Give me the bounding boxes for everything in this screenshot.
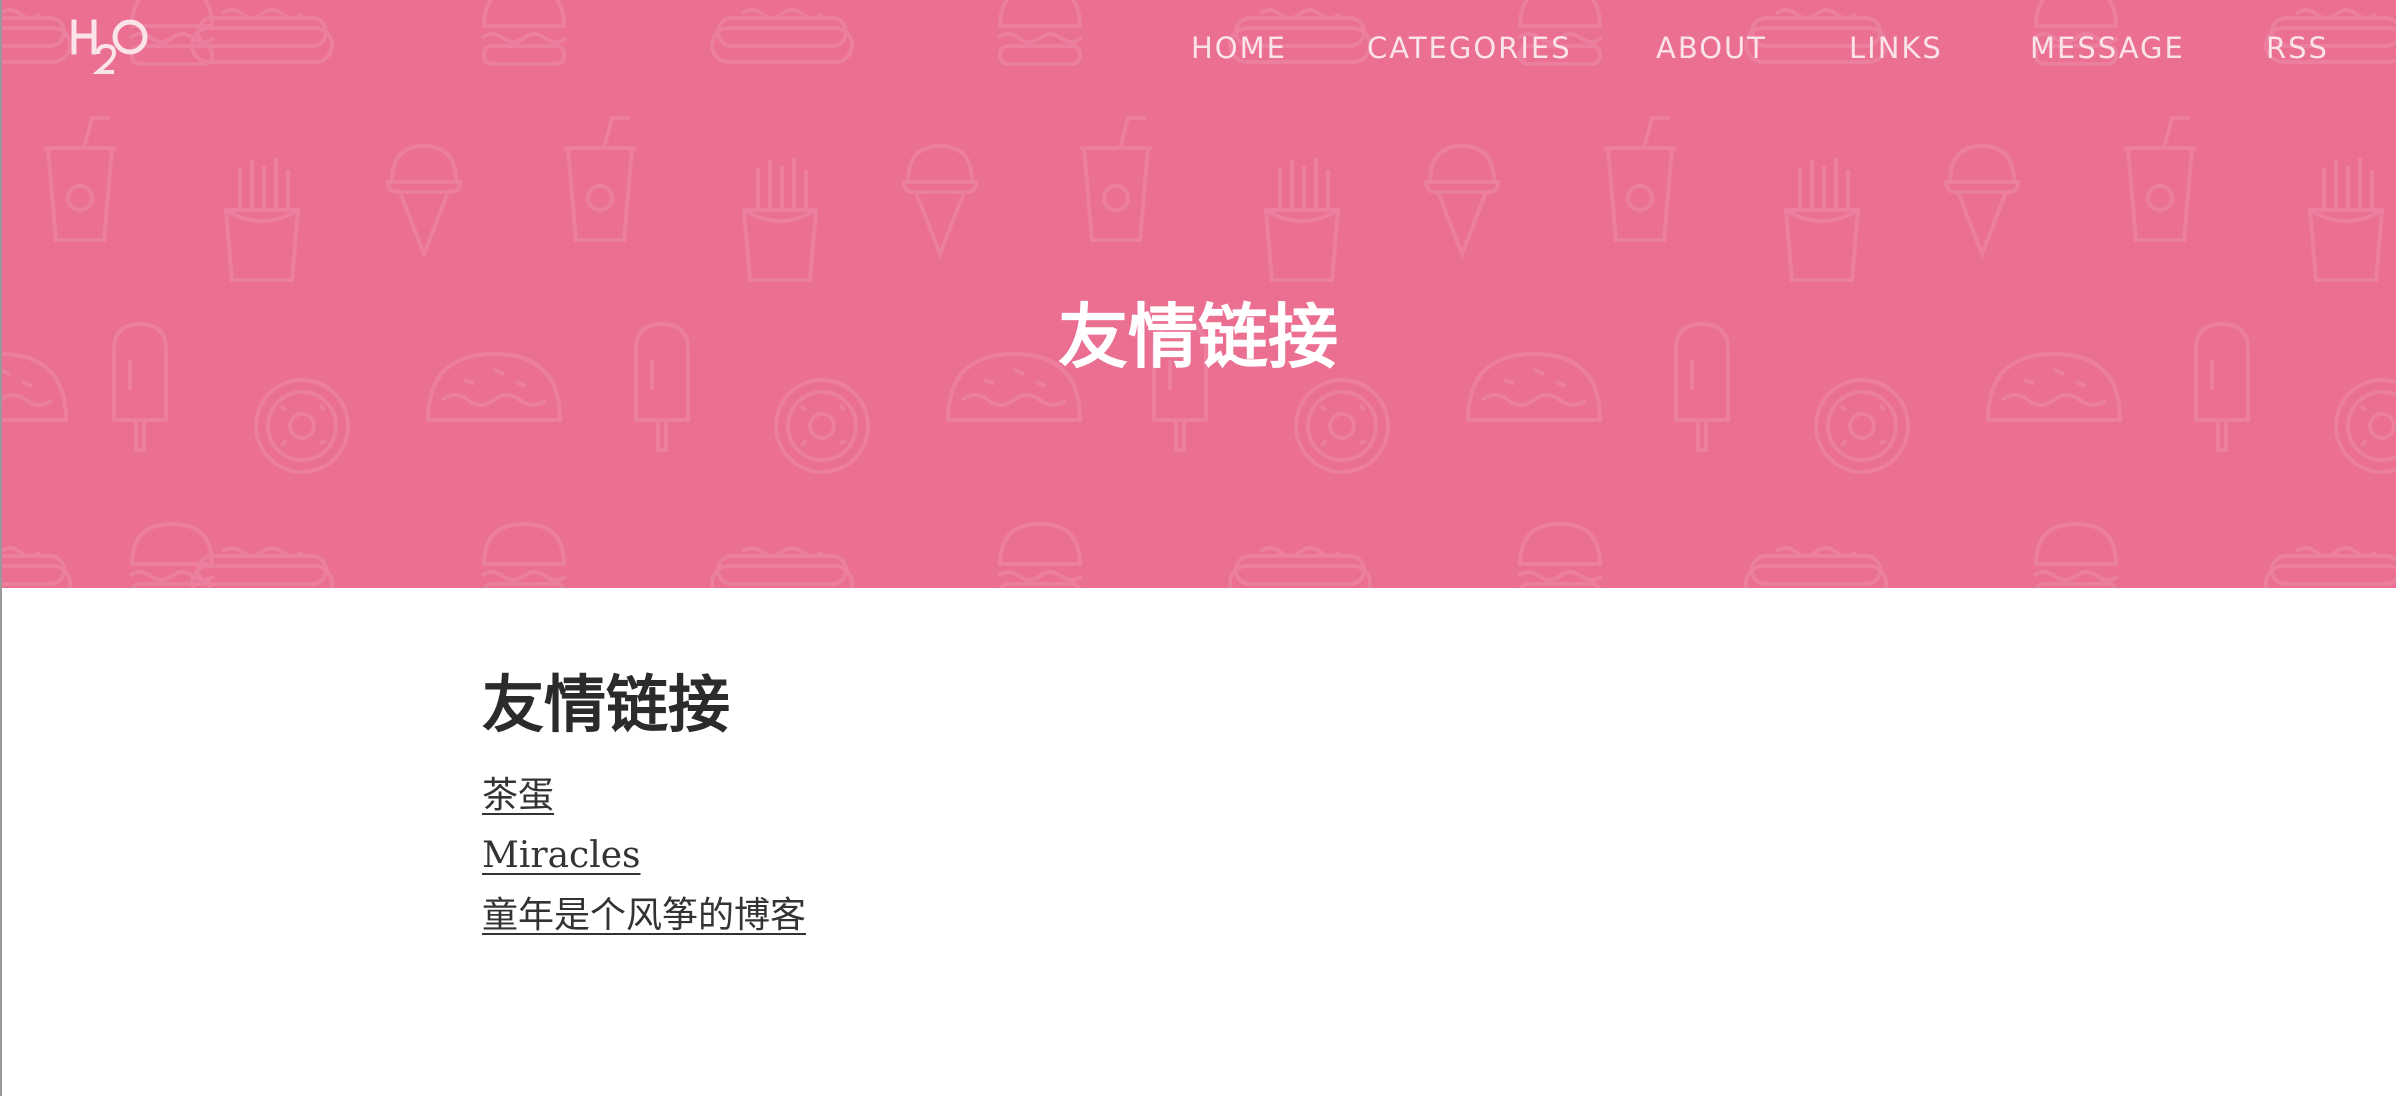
friend-link-chadan[interactable]: 茶蛋 [482,766,554,826]
friend-link-miracles[interactable]: Miracles [482,826,641,886]
page-title: 友情链接 [482,668,731,741]
window-left-edge [0,0,2,1096]
nav-links[interactable]: LINKS [1849,28,1943,68]
hero-banner: HOME CATEGORIES ABOUT LINKS MESSAGE RSS … [0,0,2396,588]
hero-title: 友情链接 [1058,295,1338,378]
nav-home[interactable]: HOME [1191,28,1287,68]
friend-link-kite-blog[interactable]: 童年是个风筝的博客 [482,886,806,946]
nav-about[interactable]: ABOUT [1656,28,1767,68]
nav-rss[interactable]: RSS [2266,28,2329,68]
top-nav: HOME CATEGORIES ABOUT LINKS MESSAGE RSS [0,28,2396,68]
friend-links-list: 茶蛋 Miracles 童年是个风筝的博客 [482,766,1882,946]
nav-categories[interactable]: CATEGORIES [1367,28,1572,68]
nav-message[interactable]: MESSAGE [2030,28,2185,68]
main-content: 友情链接 茶蛋 Miracles 童年是个风筝的博客 [482,660,1882,946]
